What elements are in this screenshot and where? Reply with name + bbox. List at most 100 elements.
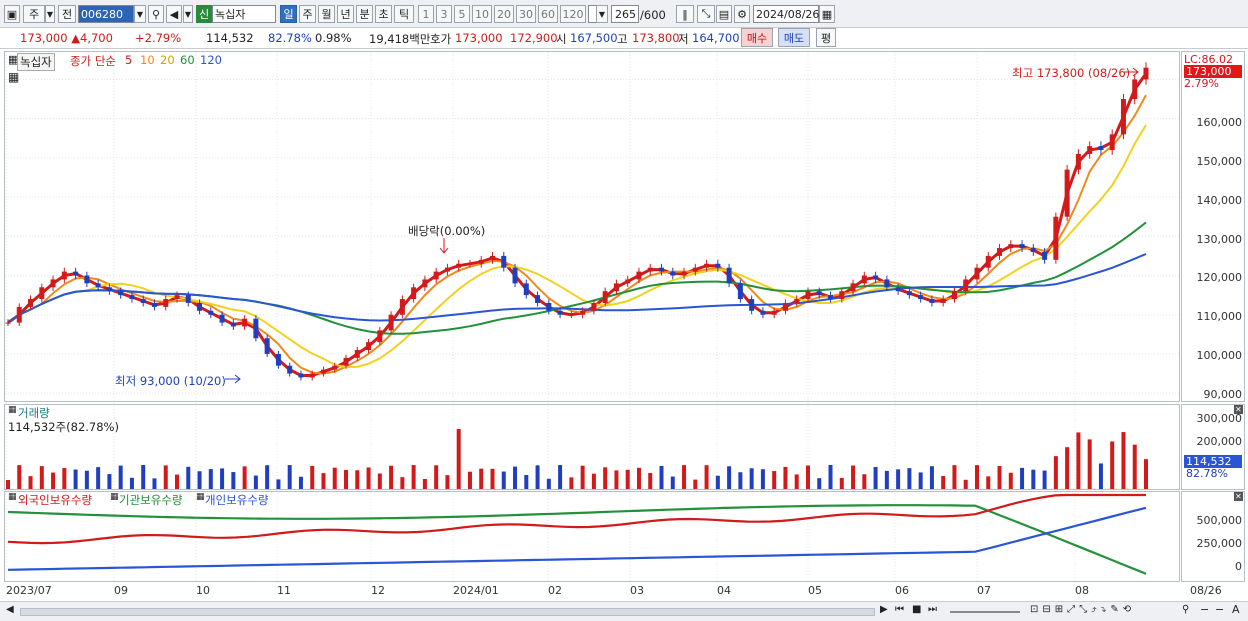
candle-body	[715, 263, 721, 268]
candle-body	[647, 267, 653, 272]
scroll-track[interactable]	[20, 608, 875, 616]
candle-body	[275, 353, 281, 366]
volume-bar	[760, 469, 765, 489]
close-icon[interactable]: ✕	[1234, 492, 1243, 501]
rewind-icon[interactable]: ⏮	[895, 604, 904, 615]
volume-bar	[873, 467, 878, 489]
holding-line	[7, 504, 1147, 575]
x-tick: 04	[717, 584, 731, 597]
volume-bar	[851, 465, 856, 489]
volume-bar	[298, 476, 303, 489]
candle-body	[580, 310, 586, 315]
volume-bar	[253, 475, 258, 489]
candle-body	[997, 248, 1003, 256]
volume-bar	[287, 465, 292, 489]
table-icon[interactable]: ▦	[8, 70, 19, 84]
x-tick: 03	[630, 584, 644, 597]
drawing-tools-icon[interactable]: ⊡⊟⊞⤢⤡⤴⤵✎⟲	[1030, 604, 1135, 615]
candle-body	[974, 267, 980, 280]
x-tick: 11	[277, 584, 291, 597]
candle-body	[1143, 67, 1149, 80]
candle-body	[737, 283, 743, 300]
candle-body	[1120, 99, 1126, 135]
x-tick: 2023/07	[6, 584, 52, 597]
volume-bar	[783, 466, 788, 489]
scroll-bar[interactable]: ◀ ▶ ⏮ ■ ⏭ ⊡⊟⊞⤢⤡⤴⤵✎⟲ ⚲ − − A	[0, 601, 1248, 621]
volume-bar	[558, 465, 563, 489]
x-tick: 09	[114, 584, 128, 597]
volume-bar	[625, 469, 630, 489]
candle-body	[749, 299, 755, 311]
candle-body	[174, 295, 180, 300]
ma-line	[7, 124, 1147, 369]
volume-bar	[997, 466, 1002, 489]
volume-bar	[727, 466, 732, 489]
panel-marker: ▦	[110, 492, 119, 502]
price-tick: 110,000	[1196, 310, 1243, 323]
ma-line	[7, 72, 1148, 377]
minus-icon[interactable]: −	[1215, 603, 1224, 616]
candle-body	[850, 283, 856, 292]
legend-stock[interactable]: 녹십자	[17, 53, 55, 71]
volume-bar	[749, 468, 754, 489]
stop-icon[interactable]: ■	[912, 604, 921, 615]
volume-bar	[377, 473, 382, 489]
legend-ma5: 5	[125, 53, 133, 67]
volume-bar	[1110, 441, 1115, 489]
candle-body	[185, 295, 191, 303]
candle-body	[523, 283, 529, 296]
stock-chart[interactable]	[0, 0, 1248, 621]
candle-body	[377, 330, 383, 343]
forward-icon[interactable]: ⏭	[928, 604, 937, 615]
candle-body	[1064, 169, 1070, 217]
candle-body	[613, 283, 619, 292]
candle-body	[16, 306, 22, 323]
x-tick: 05	[808, 584, 822, 597]
volume-bar	[524, 475, 529, 489]
close-icon[interactable]: ✕	[1234, 405, 1243, 414]
candle-body	[219, 314, 225, 323]
price-tick: 130,000	[1196, 233, 1243, 246]
candle-body	[794, 299, 800, 303]
volume-bar	[546, 478, 551, 489]
volume-bar	[1087, 439, 1092, 489]
scroll-right-icon[interactable]: ▶	[880, 604, 888, 615]
candle-body	[918, 295, 924, 300]
zoom-slider[interactable]	[950, 611, 1020, 613]
volume-bar	[636, 467, 641, 489]
x-tick: 12	[371, 584, 385, 597]
foreign-legend: 외국인보유수량	[18, 493, 93, 507]
volume-bar	[715, 475, 720, 489]
candle-body	[816, 291, 822, 296]
candle-body	[264, 338, 270, 354]
holding-tick: 500,000	[1196, 514, 1243, 527]
candle-body	[1053, 216, 1059, 260]
candle-body	[489, 255, 495, 260]
candle-body	[411, 287, 417, 300]
zoom-icon[interactable]: ⚲	[1182, 604, 1189, 615]
volume-bar	[197, 471, 202, 489]
candle-body	[636, 271, 642, 280]
candle-body	[50, 279, 56, 288]
candle-body	[287, 365, 293, 374]
max-note: 최고 173,800 (08/26)	[1012, 66, 1131, 80]
candle-body	[28, 299, 34, 307]
holding-tick: 0	[1235, 560, 1242, 573]
candle-body	[253, 318, 259, 339]
candle-body	[230, 322, 236, 327]
candle-body	[343, 357, 349, 366]
font-icon[interactable]: A	[1232, 603, 1240, 616]
volume-bar	[817, 478, 822, 489]
candle-body	[163, 299, 169, 307]
volume-bar	[445, 475, 450, 489]
candle-body	[1087, 146, 1093, 154]
candle-body	[512, 267, 518, 284]
scroll-left-icon[interactable]: ◀	[6, 604, 14, 615]
volume-bar	[974, 465, 979, 489]
candle-body	[535, 295, 541, 303]
price-tick: 160,000	[1196, 116, 1243, 129]
volume-bar	[670, 476, 675, 489]
zoom-out-icon[interactable]: −	[1200, 603, 1209, 616]
candle-body	[366, 342, 372, 351]
candle-body	[726, 267, 732, 284]
